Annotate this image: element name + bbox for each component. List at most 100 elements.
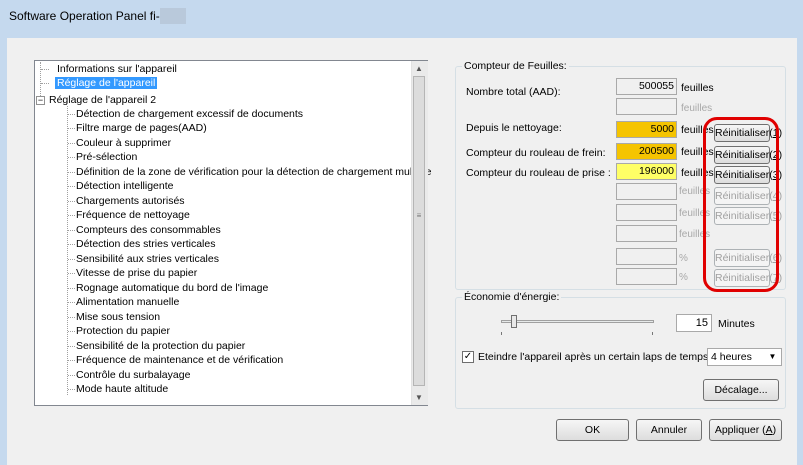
- tree-item-reglage-2[interactable]: Réglage de l'appareil 2: [49, 94, 156, 107]
- frein-value: 200500: [616, 143, 677, 160]
- scroll-thumb[interactable]: [413, 76, 425, 386]
- prise-value: 196000: [616, 163, 677, 180]
- tree-item-alimentation[interactable]: Alimentation manuelle: [76, 296, 179, 309]
- total-unit: feuilles: [681, 82, 714, 94]
- energie-slider-thumb[interactable]: [511, 315, 517, 328]
- reset-1-paren: ): [778, 127, 783, 139]
- counter-box-empty: [616, 204, 677, 221]
- redacted-model-name: [160, 8, 186, 24]
- reset-5-paren: ): [778, 210, 783, 222]
- tree-item-reglage-selected: Réglage de l'appareil: [55, 77, 158, 89]
- tree-item-frequence-nettoyage[interactable]: Fréquence de nettoyage: [76, 209, 190, 222]
- total-value: 500055: [616, 78, 677, 95]
- nettoyage-label: Depuis le nettoyage:: [466, 122, 562, 134]
- chevron-down-icon[interactable]: ▼: [765, 350, 780, 364]
- energie-slider-track[interactable]: [501, 320, 654, 323]
- tree-item-filtre-marge[interactable]: Filtre marge de pages(AAD): [76, 122, 207, 135]
- counter-box-empty: [616, 183, 677, 200]
- reset-3-paren: ): [778, 169, 783, 181]
- window-title: Software Operation Panel fi-: [9, 9, 160, 23]
- tree-item-frequence-maintenance[interactable]: Fréquence de maintenance et de vérificat…: [76, 354, 283, 367]
- percent-unit: %: [679, 272, 688, 283]
- tree-item-sensibilite-protection[interactable]: Sensibilité de la protection du papier: [76, 340, 245, 353]
- reset-4-paren: ): [778, 190, 783, 202]
- tree-line-h: [68, 302, 75, 303]
- tree-item-detection-intelligente[interactable]: Détection intelligente: [76, 180, 173, 193]
- counter-box-empty: [616, 98, 677, 115]
- appliquer-pre: Appliquer (: [714, 424, 766, 436]
- tree-item-definition-zone[interactable]: Définition de la zone de vérification po…: [76, 166, 431, 179]
- decalage-label: Décalage...: [714, 384, 768, 396]
- tree-item-couleur[interactable]: Couleur à supprimer: [76, 137, 171, 150]
- ok-label: OK: [584, 424, 601, 436]
- percent-box-empty: [616, 248, 677, 265]
- scroll-down-arrow-icon[interactable]: ▼: [411, 390, 427, 405]
- window-frame-right: [797, 38, 803, 465]
- tree-line-h: [68, 230, 75, 231]
- tree-line-h: [68, 346, 75, 347]
- eteindre-label: Eteindre l'appareil après un certain lap…: [478, 351, 709, 363]
- tree-item-sensibilite-stries[interactable]: Sensibilité aux stries verticales: [76, 253, 219, 266]
- tree-item-haute-altitude[interactable]: Mode haute altitude: [76, 383, 168, 396]
- tree-item-chargements[interactable]: Chargements autorisés: [76, 195, 185, 208]
- tree-item-compteurs[interactable]: Compteurs des consommables: [76, 224, 221, 237]
- appliquer-button[interactable]: Appliquer (A): [709, 419, 782, 441]
- tree-line-h: [68, 259, 75, 260]
- slider-tick: [501, 332, 502, 335]
- tree-line-h: [68, 215, 75, 216]
- slider-tick: [652, 332, 653, 335]
- counter-box-empty: [616, 225, 677, 242]
- reset-2-paren: ): [778, 149, 783, 161]
- reset-7-paren: ): [778, 272, 783, 284]
- tree-line-h: [68, 317, 75, 318]
- frein-label: Compteur du rouleau de frein:: [466, 147, 606, 159]
- heures-select-value: 4 heures: [711, 351, 752, 363]
- tree-item-informations[interactable]: Informations sur l'appareil: [57, 63, 177, 76]
- tree-line-h: [68, 244, 75, 245]
- tree-line-root: [40, 62, 41, 96]
- compteur-title: Compteur de Feuilles:: [462, 60, 569, 72]
- tree-line-h: [68, 288, 75, 289]
- tree-line-h: [68, 114, 75, 115]
- expand-collapse-icon[interactable]: −: [36, 96, 45, 105]
- prise-label: Compteur du rouleau de prise :: [466, 167, 611, 179]
- minutes-field[interactable]: 15: [676, 314, 712, 332]
- reset-buttons-highlight: [703, 117, 779, 292]
- ok-button[interactable]: OK: [556, 419, 629, 441]
- tree-item-rognage[interactable]: Rognage automatique du bord de l'image: [76, 282, 268, 295]
- tree-line-h: [68, 331, 75, 332]
- tree-item-stries[interactable]: Détection des stries verticales: [76, 238, 215, 251]
- tree-line-h: [68, 143, 75, 144]
- energie-title: Économie d'énergie:: [462, 291, 562, 303]
- tree-item-vitesse[interactable]: Vitesse de prise du papier: [76, 267, 197, 280]
- decalage-button[interactable]: Décalage...: [703, 379, 779, 401]
- percent-unit: %: [679, 253, 688, 264]
- scroll-up-arrow-icon[interactable]: ▲: [411, 61, 427, 76]
- tree-item-pre-selection[interactable]: Pré-sélection: [76, 151, 137, 164]
- tree-line-h: [68, 360, 75, 361]
- minutes-label: Minutes: [718, 318, 755, 330]
- tree-line-h: [41, 69, 49, 70]
- tree-line-h: [68, 273, 75, 274]
- tree-line-h: [68, 128, 75, 129]
- tree-item-surbalayage[interactable]: Contrôle du surbalayage: [76, 369, 190, 382]
- annuler-label: Annuler: [650, 424, 688, 436]
- scroll-grip-icon: ≡: [416, 211, 422, 220]
- window-frame-left: [0, 38, 7, 465]
- annuler-button[interactable]: Annuler: [636, 419, 702, 441]
- nettoyage-value: 5000: [616, 121, 677, 138]
- tree-line-h: [68, 186, 75, 187]
- percent-box-empty: [616, 268, 677, 285]
- tree-line-h: [68, 389, 75, 390]
- tree-item-mise-sous-tension[interactable]: Mise sous tension: [76, 311, 160, 324]
- counter-unit-disabled: feuilles: [681, 103, 713, 114]
- tree-line-h: [68, 375, 75, 376]
- tree-line-h: [41, 83, 49, 84]
- eteindre-checkbox[interactable]: ✓: [462, 351, 474, 363]
- tree-line-h: [68, 172, 75, 173]
- tree-item-detection-chargement[interactable]: Détection de chargement excessif de docu…: [76, 108, 303, 121]
- tree-item-reglage[interactable]: Réglage de l'appareil: [55, 77, 158, 90]
- tree-item-protection[interactable]: Protection du papier: [76, 325, 170, 338]
- total-label: Nombre total (AAD):: [466, 86, 561, 98]
- reset-6-paren: ): [778, 252, 783, 264]
